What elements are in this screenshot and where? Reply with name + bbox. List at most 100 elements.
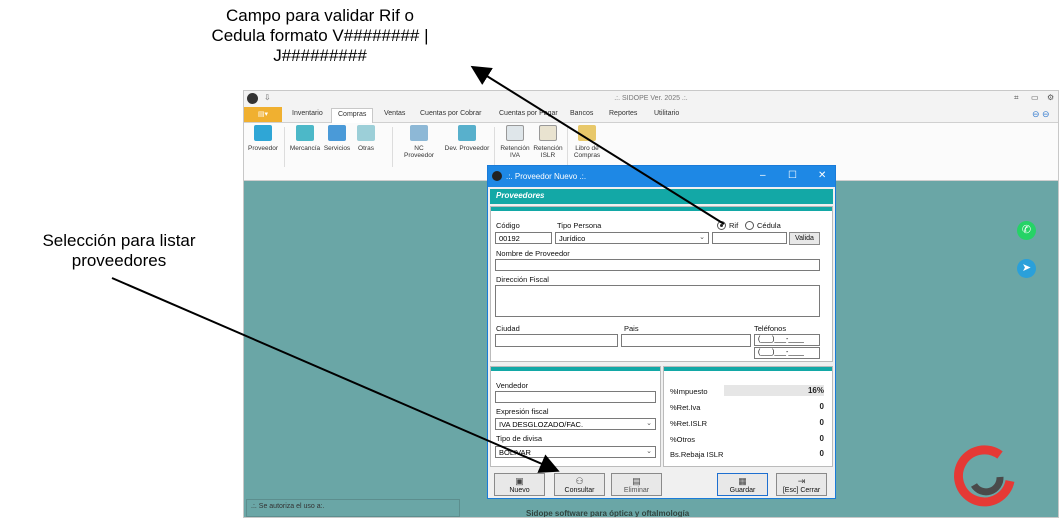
- vendedor-field[interactable]: [495, 391, 656, 403]
- rif-radio[interactable]: [717, 221, 726, 230]
- ciudad-label: Ciudad: [496, 324, 520, 333]
- maximize-icon[interactable]: ☐: [788, 170, 797, 181]
- cedula-label: Cédula: [757, 221, 781, 230]
- rif-label: Rif: [729, 221, 739, 230]
- document-icon: [506, 125, 524, 141]
- eliminar-button[interactable]: ▤ Eliminar: [611, 473, 662, 496]
- ribbon-mercancia-button[interactable]: Mercancía: [289, 125, 321, 152]
- telegram-icon[interactable]: ➤: [1017, 259, 1036, 278]
- divisa-select[interactable]: BOLIVAR ⌄: [495, 446, 656, 458]
- tab-inventario[interactable]: Inventario: [292, 110, 323, 117]
- ribbon-otras-button[interactable]: Otras: [354, 125, 378, 152]
- truck-icon: [254, 125, 272, 141]
- title-bar: ⇩ .:. SIDOPE Ver. 2025 .:. ⌗ ▭ ⚙: [244, 91, 1058, 107]
- help-icon[interactable]: ⊖ ⊖: [1032, 109, 1050, 120]
- ribbon-label: Otras: [358, 145, 374, 152]
- button-label: Guardar: [729, 487, 756, 494]
- provider-dialog: .:. Proveedor Nuevo .:. – ☐ ✕ Proveedore…: [487, 165, 836, 499]
- ribbon-dev-proveedor-button[interactable]: Dev. Proveedor: [444, 125, 490, 152]
- nuevo-button[interactable]: ▣ Nuevo: [494, 473, 545, 496]
- return-icon: [458, 125, 476, 141]
- rif-cedula-field[interactable]: [712, 232, 787, 244]
- vendedor-label: Vendedor: [496, 381, 529, 390]
- tax-value: 16%: [807, 386, 824, 395]
- tab-reportes[interactable]: Reportes: [609, 110, 637, 117]
- delete-icon: ▤: [632, 476, 641, 486]
- ribbon-label: Proveedor: [248, 145, 278, 152]
- pais-label: Pais: [624, 324, 639, 333]
- save-icon: ▦: [738, 476, 747, 486]
- ribbon-tabs: ▤▾ Inventario Compras Ventas Cuentas por…: [244, 107, 1058, 123]
- tab-utilitario[interactable]: Utilitario: [654, 110, 679, 117]
- minimize-icon[interactable]: –: [760, 170, 766, 181]
- annotation-line: Campo para validar Rif o: [225, 6, 415, 25]
- tax-label: Bs.Rebaja ISLR: [670, 450, 724, 459]
- tab-cuentas-cobrar[interactable]: Cuentas por Cobrar: [420, 110, 481, 117]
- divisa-value: BOLIVAR: [499, 448, 531, 457]
- button-label: [Esc] Cerrar: [782, 487, 821, 494]
- file-tab[interactable]: ▤▾: [244, 107, 282, 122]
- annotation-line: Selección para listar: [42, 231, 196, 250]
- ribbon-proveedor-button[interactable]: Proveedor: [248, 125, 278, 152]
- tab-compras[interactable]: Compras: [331, 108, 374, 123]
- button-label: Eliminar: [623, 487, 650, 494]
- annotation-rif-field: Campo para validar Rif o Cedula formato …: [170, 6, 470, 66]
- tab-cuentas-pagar[interactable]: Cuentas por Pagar: [499, 110, 558, 117]
- whatsapp-icon[interactable]: ✆: [1017, 221, 1036, 240]
- cedula-radio[interactable]: [745, 221, 754, 230]
- codigo-field[interactable]: 00192: [495, 232, 552, 244]
- expresion-value: IVA DESGLOZADO/FAC.: [499, 420, 584, 429]
- direccion-label: Dirección Fiscal: [496, 275, 549, 284]
- book-icon: [578, 125, 596, 141]
- annotation-line: proveedores: [71, 251, 167, 270]
- tax-label: %Ret.Iva: [670, 403, 701, 412]
- chevron-down-icon: ⌄: [646, 420, 652, 427]
- pais-field[interactable]: [621, 334, 751, 347]
- restore-icon[interactable]: ⌗: [1014, 93, 1019, 103]
- annotation-line: J#########: [273, 46, 367, 65]
- tax-value: 0: [819, 402, 824, 411]
- divisa-label: Tipo de divisa: [496, 434, 542, 443]
- tab-bancos[interactable]: Bancos: [570, 110, 593, 117]
- cart-icon: [328, 125, 346, 141]
- ciudad-field[interactable]: [495, 334, 618, 347]
- cerrar-button[interactable]: ⇥ [Esc] Cerrar: [776, 473, 827, 496]
- guardar-button[interactable]: ▦ Guardar: [717, 473, 768, 496]
- user-search-icon: ⚇: [575, 476, 584, 486]
- ribbon-nc-proveedor-button[interactable]: NC Proveedor: [399, 125, 439, 159]
- tipo-persona-select[interactable]: Jurídico ⌄: [555, 232, 709, 244]
- ribbon-label: NC Proveedor: [404, 145, 434, 159]
- telefono-1-field[interactable]: (___)___-____: [754, 334, 820, 346]
- tax-panel: %Impuesto 16% %Ret.Iva 0 %Ret.ISLR 0 %Ot…: [663, 366, 833, 467]
- direccion-field[interactable]: [495, 285, 820, 317]
- consultar-button[interactable]: ⚇ Consultar: [554, 473, 605, 496]
- close-icon[interactable]: ✕: [818, 170, 826, 181]
- settings-icon[interactable]: ⚙: [1047, 93, 1054, 102]
- dialog-title-bar: .:. Proveedor Nuevo .:. – ☐ ✕: [488, 166, 835, 187]
- tax-value: 0: [819, 434, 824, 443]
- minimize-icon[interactable]: ▭: [1031, 93, 1039, 102]
- cart-icon: [296, 125, 314, 141]
- ribbon-retencion-iva-button[interactable]: Retención IVA: [499, 125, 531, 159]
- ribbon-libro-compras-button[interactable]: Libro de Compras: [571, 125, 603, 159]
- telefono-2-field[interactable]: (___)___-____: [754, 347, 820, 359]
- app-title: .:. SIDOPE Ver. 2025 .:.: [614, 95, 688, 102]
- telefonos-label: Teléfonos: [754, 324, 787, 333]
- tab-ventas[interactable]: Ventas: [384, 110, 405, 117]
- annotation-list-providers: Selección para listar proveedores: [4, 231, 234, 271]
- status-footer: Sidope software para óptica y oftalmolog…: [526, 509, 690, 518]
- chevron-down-icon: ⌄: [646, 448, 652, 455]
- ribbon-servicios-button[interactable]: Servicios: [322, 125, 352, 152]
- tipo-persona-value: Jurídico: [559, 234, 586, 243]
- nombre-field[interactable]: [495, 259, 820, 271]
- expresion-select[interactable]: IVA DESGLOZADO/FAC. ⌄: [495, 418, 656, 430]
- ribbon-retencion-islr-button[interactable]: Retención ISLR: [532, 125, 564, 159]
- document-icon: [539, 125, 557, 141]
- expresion-label: Expresión fiscal: [496, 407, 549, 416]
- valida-button[interactable]: Valida: [789, 232, 820, 245]
- tax-label: %Ret.ISLR: [670, 419, 708, 428]
- tax-label: %Otros: [670, 435, 696, 444]
- dialog-app-icon: [492, 171, 502, 181]
- chevron-down-icon: ⌄: [699, 234, 705, 241]
- section-header: Proveedores: [490, 189, 833, 204]
